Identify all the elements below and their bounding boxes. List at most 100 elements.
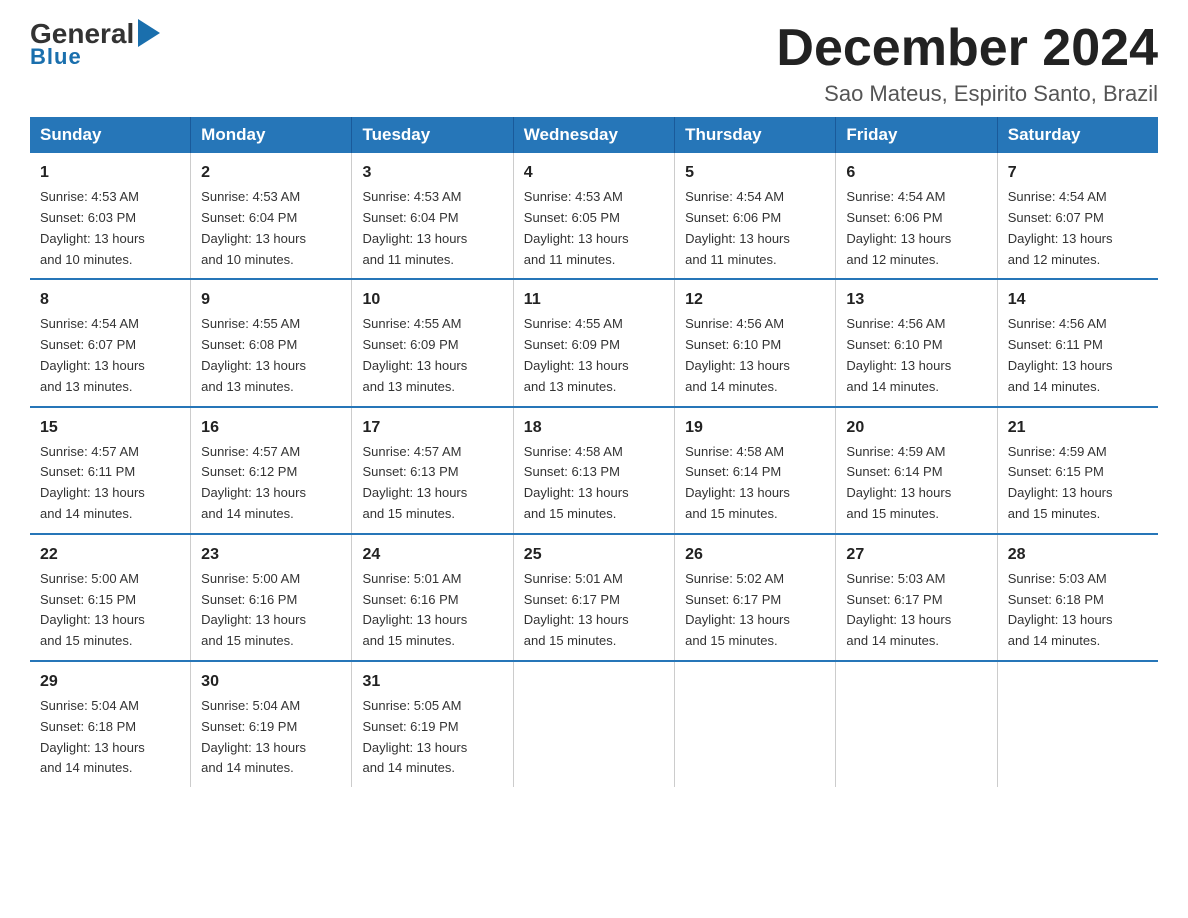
calendar-body: 1 Sunrise: 4:53 AMSunset: 6:03 PMDayligh… xyxy=(30,153,1158,787)
calendar-cell: 18 Sunrise: 4:58 AMSunset: 6:13 PMDaylig… xyxy=(513,407,674,534)
week-row-2: 8 Sunrise: 4:54 AMSunset: 6:07 PMDayligh… xyxy=(30,279,1158,406)
day-number: 31 xyxy=(362,670,502,694)
day-number: 4 xyxy=(524,161,664,185)
week-row-5: 29 Sunrise: 5:04 AMSunset: 6:18 PMDaylig… xyxy=(30,661,1158,787)
header-row: SundayMondayTuesdayWednesdayThursdayFrid… xyxy=(30,117,1158,153)
day-info: Sunrise: 4:57 AMSunset: 6:11 PMDaylight:… xyxy=(40,442,180,525)
day-number: 6 xyxy=(846,161,986,185)
calendar-cell: 24 Sunrise: 5:01 AMSunset: 6:16 PMDaylig… xyxy=(352,534,513,661)
day-info: Sunrise: 4:58 AMSunset: 6:13 PMDaylight:… xyxy=(524,442,664,525)
day-number: 18 xyxy=(524,416,664,440)
day-info: Sunrise: 5:01 AMSunset: 6:16 PMDaylight:… xyxy=(362,569,502,652)
calendar-cell: 1 Sunrise: 4:53 AMSunset: 6:03 PMDayligh… xyxy=(30,153,191,279)
header-thursday: Thursday xyxy=(675,117,836,153)
day-number: 27 xyxy=(846,543,986,567)
day-number: 15 xyxy=(40,416,180,440)
day-number: 29 xyxy=(40,670,180,694)
calendar-cell: 19 Sunrise: 4:58 AMSunset: 6:14 PMDaylig… xyxy=(675,407,836,534)
calendar-cell: 23 Sunrise: 5:00 AMSunset: 6:16 PMDaylig… xyxy=(191,534,352,661)
calendar-cell: 26 Sunrise: 5:02 AMSunset: 6:17 PMDaylig… xyxy=(675,534,836,661)
calendar-cell: 15 Sunrise: 4:57 AMSunset: 6:11 PMDaylig… xyxy=(30,407,191,534)
day-info: Sunrise: 5:05 AMSunset: 6:19 PMDaylight:… xyxy=(362,696,502,779)
month-title: December 2024 xyxy=(776,20,1158,77)
week-row-1: 1 Sunrise: 4:53 AMSunset: 6:03 PMDayligh… xyxy=(30,153,1158,279)
day-number: 1 xyxy=(40,161,180,185)
day-number: 12 xyxy=(685,288,825,312)
calendar-cell xyxy=(513,661,674,787)
day-number: 9 xyxy=(201,288,341,312)
day-number: 2 xyxy=(201,161,341,185)
day-info: Sunrise: 5:01 AMSunset: 6:17 PMDaylight:… xyxy=(524,569,664,652)
day-info: Sunrise: 5:04 AMSunset: 6:18 PMDaylight:… xyxy=(40,696,180,779)
day-number: 20 xyxy=(846,416,986,440)
calendar-cell: 31 Sunrise: 5:05 AMSunset: 6:19 PMDaylig… xyxy=(352,661,513,787)
calendar-cell: 6 Sunrise: 4:54 AMSunset: 6:06 PMDayligh… xyxy=(836,153,997,279)
day-number: 5 xyxy=(685,161,825,185)
calendar-cell: 16 Sunrise: 4:57 AMSunset: 6:12 PMDaylig… xyxy=(191,407,352,534)
calendar-cell: 13 Sunrise: 4:56 AMSunset: 6:10 PMDaylig… xyxy=(836,279,997,406)
day-number: 28 xyxy=(1008,543,1148,567)
day-number: 22 xyxy=(40,543,180,567)
calendar-cell: 28 Sunrise: 5:03 AMSunset: 6:18 PMDaylig… xyxy=(997,534,1158,661)
calendar-cell xyxy=(675,661,836,787)
calendar-cell: 5 Sunrise: 4:54 AMSunset: 6:06 PMDayligh… xyxy=(675,153,836,279)
calendar-cell: 3 Sunrise: 4:53 AMSunset: 6:04 PMDayligh… xyxy=(352,153,513,279)
calendar-cell: 7 Sunrise: 4:54 AMSunset: 6:07 PMDayligh… xyxy=(997,153,1158,279)
day-info: Sunrise: 5:00 AMSunset: 6:16 PMDaylight:… xyxy=(201,569,341,652)
day-number: 21 xyxy=(1008,416,1148,440)
calendar-cell: 9 Sunrise: 4:55 AMSunset: 6:08 PMDayligh… xyxy=(191,279,352,406)
calendar-cell: 27 Sunrise: 5:03 AMSunset: 6:17 PMDaylig… xyxy=(836,534,997,661)
day-info: Sunrise: 4:53 AMSunset: 6:04 PMDaylight:… xyxy=(362,187,502,270)
week-row-3: 15 Sunrise: 4:57 AMSunset: 6:11 PMDaylig… xyxy=(30,407,1158,534)
calendar-table: SundayMondayTuesdayWednesdayThursdayFrid… xyxy=(30,117,1158,787)
day-info: Sunrise: 4:53 AMSunset: 6:03 PMDaylight:… xyxy=(40,187,180,270)
header-wednesday: Wednesday xyxy=(513,117,674,153)
calendar-cell: 25 Sunrise: 5:01 AMSunset: 6:17 PMDaylig… xyxy=(513,534,674,661)
page-header: General Blue December 2024 Sao Mateus, E… xyxy=(30,20,1158,107)
day-number: 23 xyxy=(201,543,341,567)
day-number: 30 xyxy=(201,670,341,694)
calendar-cell xyxy=(836,661,997,787)
day-info: Sunrise: 4:56 AMSunset: 6:11 PMDaylight:… xyxy=(1008,314,1148,397)
day-info: Sunrise: 4:54 AMSunset: 6:07 PMDaylight:… xyxy=(40,314,180,397)
day-number: 3 xyxy=(362,161,502,185)
calendar-cell: 11 Sunrise: 4:55 AMSunset: 6:09 PMDaylig… xyxy=(513,279,674,406)
day-number: 7 xyxy=(1008,161,1148,185)
day-info: Sunrise: 5:03 AMSunset: 6:17 PMDaylight:… xyxy=(846,569,986,652)
day-info: Sunrise: 4:55 AMSunset: 6:09 PMDaylight:… xyxy=(524,314,664,397)
day-info: Sunrise: 4:58 AMSunset: 6:14 PMDaylight:… xyxy=(685,442,825,525)
calendar-cell: 10 Sunrise: 4:55 AMSunset: 6:09 PMDaylig… xyxy=(352,279,513,406)
calendar-cell: 14 Sunrise: 4:56 AMSunset: 6:11 PMDaylig… xyxy=(997,279,1158,406)
day-info: Sunrise: 5:04 AMSunset: 6:19 PMDaylight:… xyxy=(201,696,341,779)
day-info: Sunrise: 4:54 AMSunset: 6:06 PMDaylight:… xyxy=(846,187,986,270)
day-info: Sunrise: 4:59 AMSunset: 6:14 PMDaylight:… xyxy=(846,442,986,525)
header-saturday: Saturday xyxy=(997,117,1158,153)
calendar-cell: 12 Sunrise: 4:56 AMSunset: 6:10 PMDaylig… xyxy=(675,279,836,406)
day-info: Sunrise: 4:56 AMSunset: 6:10 PMDaylight:… xyxy=(685,314,825,397)
day-info: Sunrise: 5:03 AMSunset: 6:18 PMDaylight:… xyxy=(1008,569,1148,652)
day-info: Sunrise: 5:00 AMSunset: 6:15 PMDaylight:… xyxy=(40,569,180,652)
day-info: Sunrise: 4:57 AMSunset: 6:13 PMDaylight:… xyxy=(362,442,502,525)
calendar-cell: 30 Sunrise: 5:04 AMSunset: 6:19 PMDaylig… xyxy=(191,661,352,787)
day-number: 10 xyxy=(362,288,502,312)
day-info: Sunrise: 4:55 AMSunset: 6:08 PMDaylight:… xyxy=(201,314,341,397)
title-area: December 2024 Sao Mateus, Espirito Santo… xyxy=(776,20,1158,107)
day-info: Sunrise: 4:55 AMSunset: 6:09 PMDaylight:… xyxy=(362,314,502,397)
day-number: 26 xyxy=(685,543,825,567)
day-info: Sunrise: 4:57 AMSunset: 6:12 PMDaylight:… xyxy=(201,442,341,525)
day-info: Sunrise: 4:56 AMSunset: 6:10 PMDaylight:… xyxy=(846,314,986,397)
day-number: 16 xyxy=(201,416,341,440)
day-number: 25 xyxy=(524,543,664,567)
day-number: 17 xyxy=(362,416,502,440)
day-number: 11 xyxy=(524,288,664,312)
day-info: Sunrise: 4:53 AMSunset: 6:04 PMDaylight:… xyxy=(201,187,341,270)
day-number: 14 xyxy=(1008,288,1148,312)
day-number: 19 xyxy=(685,416,825,440)
header-friday: Friday xyxy=(836,117,997,153)
day-number: 13 xyxy=(846,288,986,312)
logo-arrow-icon xyxy=(138,19,160,47)
header-tuesday: Tuesday xyxy=(352,117,513,153)
day-info: Sunrise: 4:54 AMSunset: 6:06 PMDaylight:… xyxy=(685,187,825,270)
calendar-cell: 8 Sunrise: 4:54 AMSunset: 6:07 PMDayligh… xyxy=(30,279,191,406)
day-info: Sunrise: 4:53 AMSunset: 6:05 PMDaylight:… xyxy=(524,187,664,270)
